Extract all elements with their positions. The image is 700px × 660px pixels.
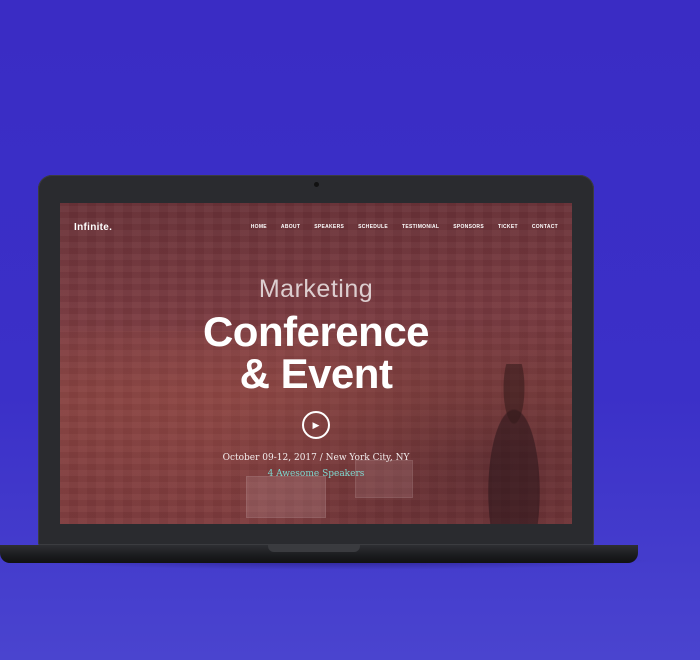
nav-item-home[interactable]: HOME [251, 224, 267, 230]
event-date-location: October 09-12, 2017 / New York City, NY [222, 453, 410, 463]
nav-item-speakers[interactable]: SPEAKERS [314, 224, 344, 230]
laptop-lid: Infinite. HOME ABOUT SPEAKERS SCHEDULE T… [38, 175, 594, 545]
nav-menu: HOME ABOUT SPEAKERS SCHEDULE TESTIMONIAL… [251, 224, 558, 230]
podium-monitor [246, 476, 326, 518]
nav-item-schedule[interactable]: SCHEDULE [358, 224, 388, 230]
play-button[interactable]: ▶ [302, 411, 330, 439]
hero: Marketing Conference & Event [60, 275, 572, 396]
laptop-notch [268, 545, 360, 552]
hero-subtitle: Marketing [258, 275, 374, 303]
play-icon: ▶ [312, 419, 320, 430]
navbar: Infinite. HOME ABOUT SPEAKERS SCHEDULE T… [74, 219, 558, 235]
nav-item-contact[interactable]: CONTACT [532, 224, 558, 230]
podium-monitor-2 [355, 460, 413, 498]
laptop-screen: Infinite. HOME ABOUT SPEAKERS SCHEDULE T… [60, 203, 572, 524]
nav-item-about[interactable]: ABOUT [281, 224, 300, 230]
site-logo[interactable]: Infinite. [74, 222, 112, 233]
hero-title-line2: & Event [239, 350, 393, 397]
nav-item-sponsors[interactable]: SPONSORS [453, 224, 484, 230]
speakers-count[interactable]: 4 Awesome Speakers [60, 469, 572, 479]
hero-title-line1: Conference [202, 308, 430, 355]
camera [313, 182, 319, 187]
nav-item-testimonial[interactable]: TESTIMONIAL [402, 224, 439, 230]
nav-item-ticket[interactable]: TICKET [498, 224, 518, 230]
laptop-base [0, 545, 638, 563]
